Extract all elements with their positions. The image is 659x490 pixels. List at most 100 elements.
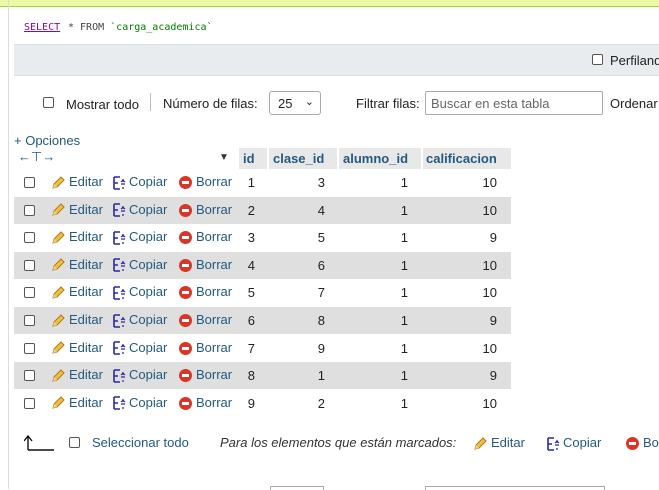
table-row: Editar Copiar Borrar 2 4 1 10	[14, 196, 511, 224]
edit-button[interactable]: Editar	[50, 257, 103, 274]
cell-calificacion[interactable]: 10	[423, 175, 497, 190]
edit-button[interactable]: Editar	[50, 174, 103, 191]
cell-alumno-id[interactable]: 1	[339, 203, 408, 218]
cell-alumno-id[interactable]: 1	[339, 258, 408, 273]
edit-button[interactable]: Editar	[50, 340, 103, 357]
table-row: Editar Copiar Borrar 1 3 1 10	[14, 169, 511, 196]
cell-id[interactable]: 6	[239, 313, 255, 328]
cell-calificacion[interactable]: 10	[423, 396, 497, 411]
edit-button[interactable]: Editar	[50, 284, 103, 301]
row-checkbox[interactable]	[24, 232, 35, 244]
delete-button[interactable]: Borrar	[179, 395, 232, 410]
cell-alumno-id[interactable]: 1	[339, 313, 408, 328]
copy-button[interactable]: Copiar	[112, 284, 167, 300]
sql-keyword[interactable]: SELECT	[24, 22, 60, 33]
row-checkbox[interactable]	[24, 342, 35, 354]
delete-button[interactable]: Borrar	[179, 312, 232, 328]
rows-count-select[interactable]: 25 ⌄	[269, 91, 321, 115]
cell-calificacion[interactable]: 9	[423, 313, 497, 328]
select-all-link[interactable]: Seleccionar todo	[92, 435, 189, 450]
cell-clase-id[interactable]: 8	[269, 313, 325, 328]
bulk-delete-button[interactable]: Bo	[626, 435, 659, 451]
cell-id[interactable]: 1	[239, 175, 255, 190]
rows-count-select-bottom[interactable]	[270, 486, 324, 490]
cell-calificacion[interactable]: 10	[423, 258, 497, 273]
cell-alumno-id[interactable]: 1	[339, 230, 408, 245]
copy-button[interactable]: Copiar	[112, 174, 167, 190]
cell-alumno-id[interactable]: 1	[339, 341, 408, 356]
select-all-checkbox[interactable]	[69, 437, 80, 448]
cell-id[interactable]: 4	[239, 258, 255, 273]
cell-id[interactable]: 7	[239, 341, 255, 356]
copy-button[interactable]: Copiar	[112, 312, 167, 328]
edit-button[interactable]: Editar	[50, 395, 103, 412]
copy-button[interactable]: Copiar	[112, 340, 167, 356]
row-checkbox[interactable]	[24, 259, 35, 271]
delete-button[interactable]: Borrar	[179, 174, 232, 190]
column-arrows-icon[interactable]: ←⊤→	[18, 149, 55, 165]
row-checkbox[interactable]	[24, 397, 35, 409]
filter-rows-label: Filtrar filas:	[356, 96, 420, 111]
edit-button[interactable]: Editar	[50, 229, 103, 246]
filter-rows-input-bottom[interactable]	[425, 486, 605, 490]
cell-clase-id[interactable]: 3	[269, 175, 325, 190]
copy-button[interactable]: Copiar	[112, 202, 167, 218]
copy-button[interactable]: Copiar	[112, 257, 167, 273]
row-checkbox[interactable]	[24, 204, 35, 216]
cell-id[interactable]: 3	[239, 230, 255, 245]
copy-button[interactable]: Copiar	[112, 367, 167, 383]
delete-button[interactable]: Borrar	[179, 202, 232, 217]
profiling-bar: Perfilando	[14, 44, 659, 76]
row-checkbox[interactable]	[24, 370, 35, 382]
cell-calificacion[interactable]: 9	[423, 230, 497, 245]
copy-button[interactable]: Copiar	[112, 395, 167, 411]
cell-calificacion[interactable]: 10	[423, 203, 497, 218]
cell-clase-id[interactable]: 9	[269, 341, 325, 356]
delete-button[interactable]: Borrar	[179, 284, 232, 300]
delete-button[interactable]: Borrar	[179, 229, 232, 245]
show-all-label[interactable]: Mostrar todo	[66, 97, 139, 112]
delete-button[interactable]: Borrar	[179, 340, 232, 355]
delete-button[interactable]: Borrar	[179, 257, 232, 272]
copy-button[interactable]: Copiar	[112, 229, 167, 245]
delete-button[interactable]: Borrar	[179, 367, 232, 383]
cell-id[interactable]: 2	[239, 203, 255, 218]
copy-label: Copiar	[129, 201, 168, 217]
bulk-copy-button[interactable]: Copiar	[546, 435, 601, 451]
cell-clase-id[interactable]: 7	[269, 285, 325, 300]
cell-clase-id[interactable]: 4	[269, 203, 325, 218]
copy-label: Copiar	[129, 312, 168, 327]
edit-button[interactable]: Editar	[50, 202, 103, 219]
delete-label: Borrar	[196, 201, 233, 217]
row-checkbox[interactable]	[24, 315, 35, 326]
cell-alumno-id[interactable]: 1	[339, 396, 408, 411]
cell-id[interactable]: 9	[239, 396, 255, 411]
column-header-id[interactable]: id	[239, 148, 267, 169]
options-link[interactable]: + Opciones	[14, 133, 80, 148]
cell-alumno-id[interactable]: 1	[339, 368, 408, 383]
cell-calificacion[interactable]: 10	[423, 341, 497, 356]
column-header-alumno-id[interactable]: alumno_id	[339, 148, 421, 169]
cell-calificacion[interactable]: 9	[423, 368, 497, 383]
show-all-checkbox[interactable]	[43, 97, 54, 108]
cell-calificacion[interactable]: 10	[423, 285, 497, 300]
cell-clase-id[interactable]: 1	[269, 368, 325, 383]
edit-button[interactable]: Editar	[50, 367, 103, 384]
table-row: Editar Copiar Borrar 9 2 1 10	[14, 389, 511, 417]
cell-clase-id[interactable]: 2	[269, 396, 325, 411]
cell-id[interactable]: 5	[239, 285, 255, 300]
cell-alumno-id[interactable]: 1	[339, 285, 408, 300]
cell-clase-id[interactable]: 6	[269, 258, 325, 273]
cell-clase-id[interactable]: 5	[269, 230, 325, 245]
row-checkbox[interactable]	[24, 287, 35, 299]
column-header-clase-id[interactable]: clase_id	[269, 148, 337, 169]
profiling-checkbox[interactable]	[592, 54, 603, 65]
column-header-calificacion[interactable]: calificacion	[423, 148, 511, 169]
edit-button[interactable]: Editar	[50, 312, 103, 329]
bulk-edit-button[interactable]: Editar	[472, 435, 525, 452]
cell-id[interactable]: 8	[239, 368, 255, 383]
filter-rows-input[interactable]: Buscar en esta tabla	[425, 91, 603, 115]
sort-dropdown-icon[interactable]: ▼	[219, 152, 229, 163]
row-checkbox[interactable]	[24, 177, 35, 188]
cell-alumno-id[interactable]: 1	[339, 175, 408, 190]
